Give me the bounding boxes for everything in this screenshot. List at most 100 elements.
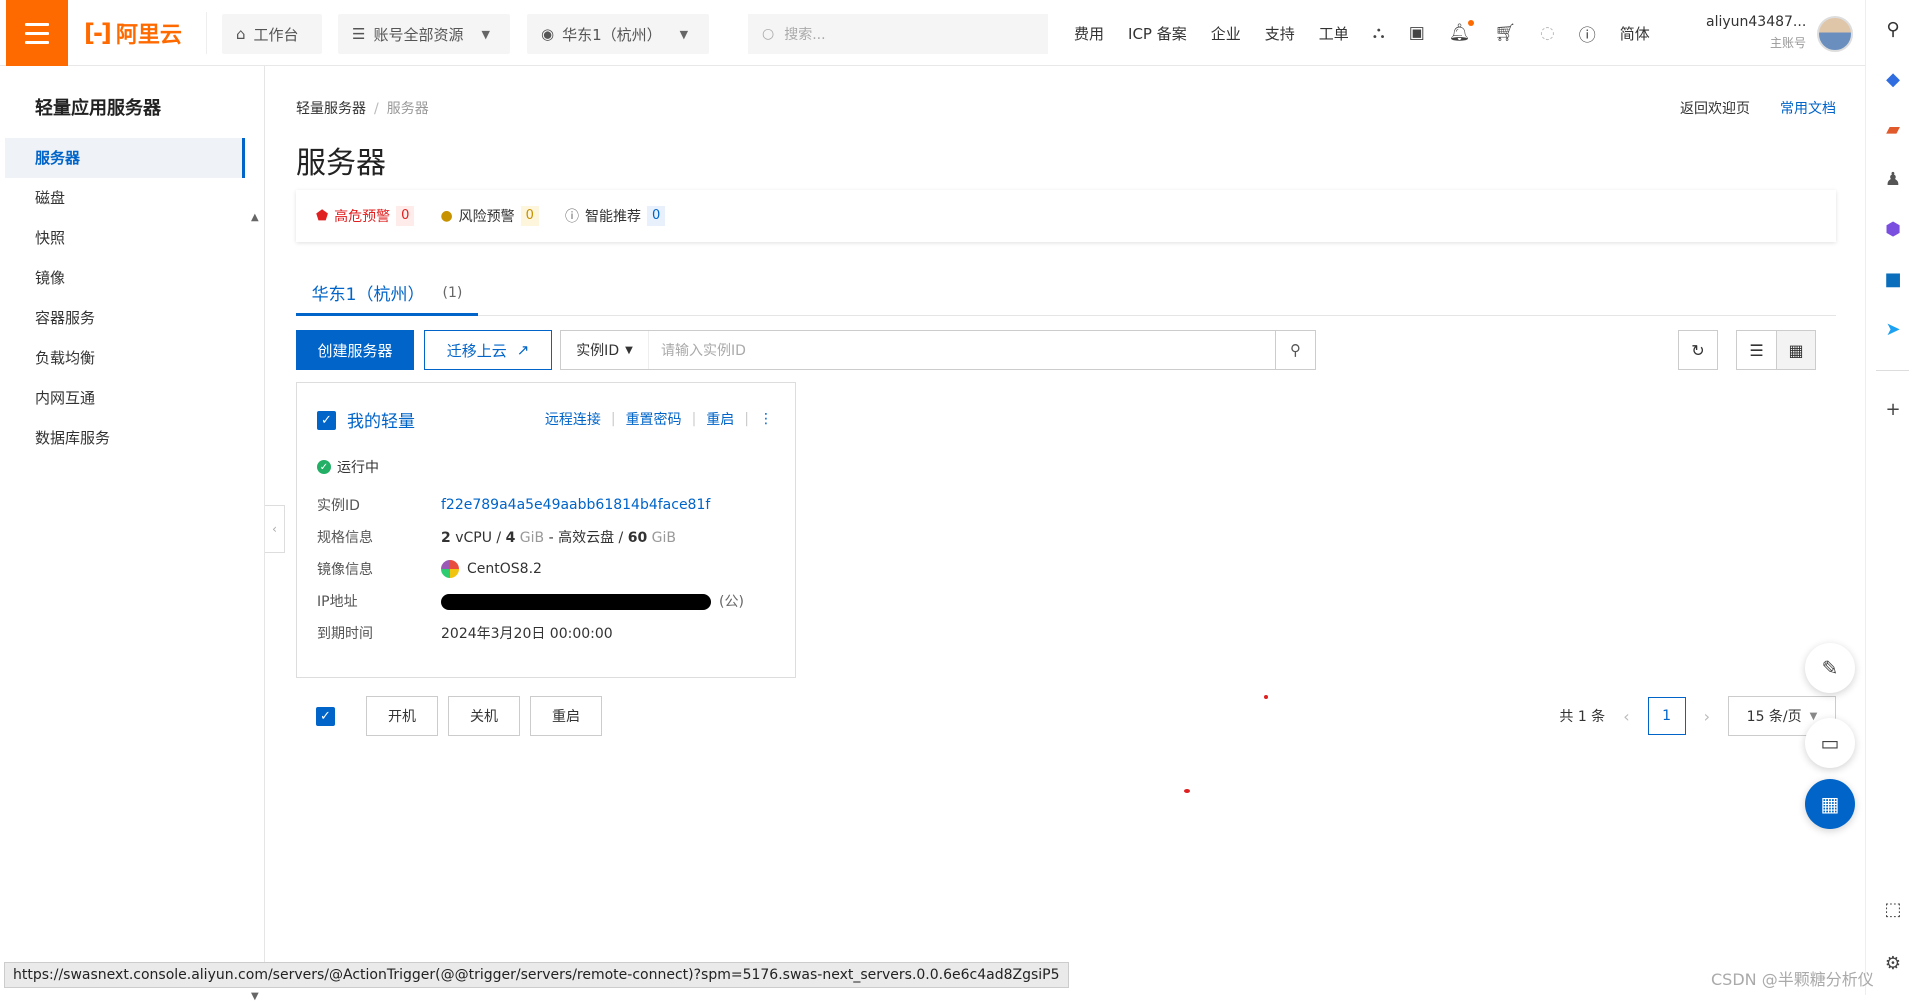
edit-fab[interactable]: ✎: [1805, 643, 1855, 693]
reset-password-link[interactable]: 重置密码: [626, 409, 682, 429]
nav-fees[interactable]: 费用: [1074, 23, 1104, 44]
page-links: 返回欢迎页 常用文档: [1680, 98, 1836, 118]
ip-suffix: (公): [719, 594, 744, 610]
filter-type-select[interactable]: 实例ID ▼: [561, 331, 649, 369]
global-search-input[interactable]: ○ 搜索...: [748, 14, 1048, 54]
search-button[interactable]: ⚲: [1275, 331, 1315, 369]
chess-icon[interactable]: ♟: [1880, 166, 1906, 192]
restart-button[interactable]: 重启: [530, 696, 602, 736]
chevron-right-icon[interactable]: ›: [1704, 707, 1710, 726]
instance-id-link[interactable]: f22e789a4a5e49aabb61814b4face81f: [441, 497, 710, 513]
tag-icon[interactable]: ◆: [1880, 66, 1906, 92]
image-name: CentOS8.2: [467, 561, 542, 577]
scroll-down-arrow[interactable]: ▼: [251, 991, 259, 1002]
alert-label: 高危预警: [334, 209, 391, 225]
nav-support[interactable]: 支持: [1265, 23, 1295, 44]
language-switch[interactable]: 简体: [1620, 23, 1650, 44]
workbench-label: 工作台: [253, 25, 299, 44]
notification-dot: [1468, 20, 1475, 26]
sidebar-item-servers[interactable]: 服务器: [5, 138, 245, 178]
breadcrumb-separator: /: [374, 101, 379, 117]
help-icon[interactable]: ⓘ: [1579, 21, 1596, 46]
apps-icon: ▦: [1820, 792, 1840, 816]
nav-ticket[interactable]: 工单: [1319, 23, 1349, 44]
feedback-fab[interactable]: ▭: [1805, 718, 1855, 768]
outlook-icon[interactable]: ■: [1880, 266, 1906, 292]
sidebar-item-containers[interactable]: 容器服务: [5, 298, 245, 338]
start-button[interactable]: 开机: [366, 696, 438, 736]
select-all-checkbox[interactable]: ✓: [316, 707, 335, 726]
page-number[interactable]: 1: [1647, 697, 1686, 735]
sidebar-item-disks[interactable]: 磁盘: [5, 178, 245, 218]
sidebar-item-load-balancing[interactable]: 负载均衡: [5, 338, 245, 378]
alert-recommend[interactable]: ⓘ 智能推荐 0: [565, 206, 666, 226]
apps-fab[interactable]: ▦: [1805, 779, 1855, 829]
spec-disk-type: 高效云盘: [558, 530, 615, 546]
nav-enterprise[interactable]: 企业: [1211, 23, 1241, 44]
bulk-action-bar: ✓ 开机 关机 重启 共 1 条 ‹ 1 › 15 条/页 ▼: [296, 696, 1836, 736]
server-checkbox[interactable]: ✓: [317, 411, 336, 430]
logo-text: 阿里云: [115, 23, 182, 48]
send-icon[interactable]: ➤: [1880, 316, 1906, 342]
region-select[interactable]: ◉ 华东1（杭州） ▼: [527, 14, 709, 54]
ip-value: (公): [441, 591, 744, 611]
nav-icp[interactable]: ICP 备案: [1128, 23, 1187, 44]
instance-id-input[interactable]: 请输入实例ID: [649, 340, 1275, 360]
divider: [206, 12, 207, 54]
home-icon: ⌂: [236, 25, 246, 43]
lightbulb-icon[interactable]: ◌: [1540, 23, 1555, 43]
screenshot-icon[interactable]: ⬚: [1880, 896, 1906, 922]
alert-risk[interactable]: ● 风险预警 0: [440, 206, 539, 226]
workbench-button[interactable]: ⌂ 工作台: [222, 14, 322, 54]
create-server-button[interactable]: 创建服务器: [296, 330, 414, 370]
centos-icon: [441, 560, 459, 578]
terminal-icon[interactable]: ▣: [1409, 23, 1425, 43]
sidebar-collapse-button[interactable]: ‹: [265, 505, 285, 553]
aliyun-logo[interactable]: [-] 阿里云: [84, 18, 182, 48]
tab-hangzhou[interactable]: 华东1（杭州） (1): [296, 272, 478, 316]
user-account[interactable]: aliyun43487... 主账号: [1706, 14, 1806, 51]
alert-count: 0: [520, 206, 539, 226]
chevron-down-icon: ▼: [1809, 710, 1818, 722]
search-icon[interactable]: ⚲: [1880, 16, 1906, 42]
sidebar-item-database[interactable]: 数据库服务: [5, 418, 245, 458]
server-name[interactable]: 我的轻量: [347, 407, 415, 432]
page-size-label: 15 条/页: [1746, 709, 1802, 725]
tab-label: 华东1（杭州）: [311, 285, 425, 305]
docs-link[interactable]: 常用文档: [1780, 98, 1836, 118]
remote-connect-link[interactable]: 远程连接: [545, 409, 601, 429]
bell-icon[interactable]: 🔔︎: [1449, 20, 1475, 43]
page-title: 服务器: [296, 146, 386, 181]
breadcrumb-root[interactable]: 轻量服务器: [296, 101, 366, 117]
resource-select[interactable]: ☰ 账号全部资源 ▼: [338, 14, 510, 54]
plus-icon[interactable]: +: [1880, 396, 1906, 422]
avatar[interactable]: [1817, 16, 1853, 52]
detail-label: 镜像信息: [317, 562, 373, 578]
restart-link[interactable]: 重启: [706, 409, 734, 429]
alert-high-risk[interactable]: ⬟ 高危预警 0: [316, 206, 415, 226]
chevron-left-icon[interactable]: ‹: [1623, 707, 1629, 726]
more-icon[interactable]: ⋮: [759, 411, 773, 427]
detail-row-ip: IP地址 (公): [317, 585, 777, 617]
sidebar-item-intranet[interactable]: 内网互通: [5, 378, 245, 418]
sidebar-item-images[interactable]: 镜像: [5, 258, 245, 298]
refresh-button[interactable]: ↻: [1678, 330, 1718, 370]
ip-icon[interactable]: ⛬: [1373, 23, 1385, 43]
sidebar: 轻量应用服务器 服务器 磁盘 快照 镜像 容器服务 负载均衡 内网互通 数据库服…: [5, 66, 265, 1002]
hamburger-menu-button[interactable]: [6, 0, 68, 66]
stop-button[interactable]: 关机: [448, 696, 520, 736]
user-name: aliyun43487...: [1706, 14, 1807, 30]
back-to-welcome-link[interactable]: 返回欢迎页: [1680, 98, 1750, 118]
migrate-button[interactable]: 迁移上云 ↗: [424, 330, 552, 370]
cart-icon[interactable]: 🛒︎: [1494, 23, 1516, 43]
spec-cpu-unit: vCPU: [455, 530, 492, 546]
browser-status-url: https://swasnext.console.aliyun.com/serv…: [4, 962, 1069, 988]
briefcase-icon[interactable]: ▰: [1880, 116, 1906, 142]
gear-icon[interactable]: ⚙: [1880, 950, 1906, 976]
sidebar-item-snapshots[interactable]: 快照: [5, 218, 245, 258]
hexagon-icon[interactable]: ⬢: [1880, 216, 1906, 242]
logo-icon: [-]: [84, 19, 112, 47]
grid-view-button[interactable]: ▦: [1776, 330, 1816, 370]
list-view-button[interactable]: ☰: [1736, 330, 1776, 370]
scroll-up-arrow[interactable]: ▲: [251, 212, 259, 223]
